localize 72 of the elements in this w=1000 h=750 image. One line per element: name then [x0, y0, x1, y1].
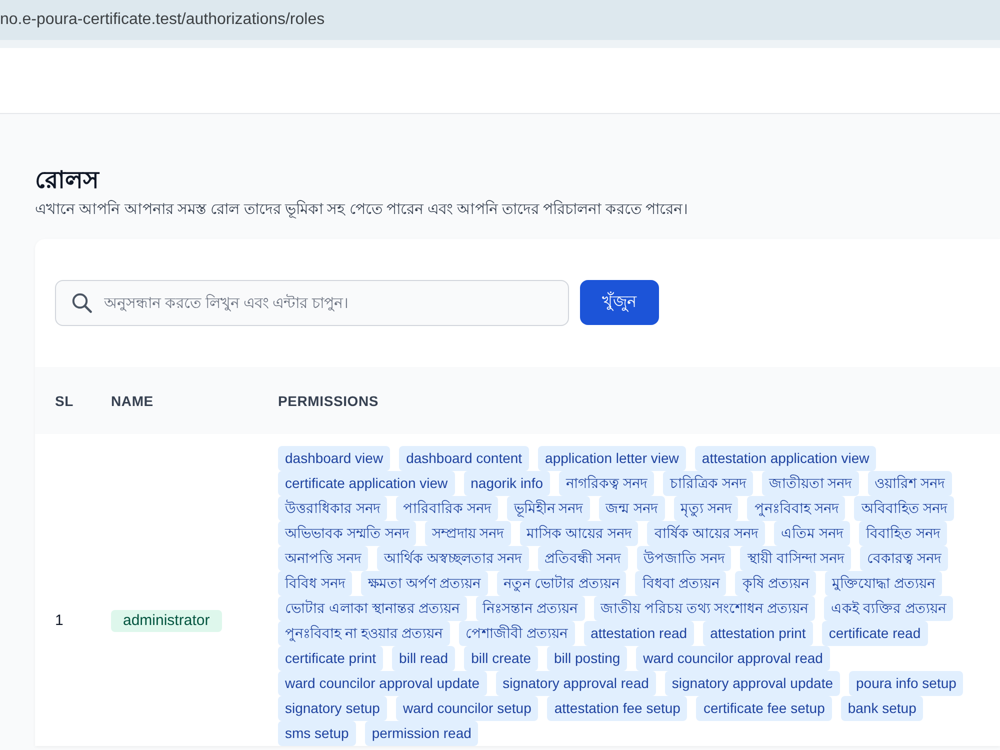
permission-badge: অনাপত্তি সনদ: [278, 546, 368, 571]
permission-badge: signatory setup: [278, 696, 387, 721]
permission-badge: dashboard view: [278, 446, 390, 471]
permission-badge: ক্ষমতা অর্পণ প্রত্যয়ন: [360, 571, 488, 596]
permission-badge: ward councilor approval update: [278, 671, 487, 696]
permission-badge: মৃত্যু সনদ: [674, 496, 738, 521]
column-header: PERMISSIONS: [278, 367, 1000, 434]
permission-badge: poura info setup: [849, 671, 964, 696]
permission-badge: attestation application view: [694, 446, 876, 471]
permission-badge: attestation print: [703, 621, 813, 646]
permission-badge: attestation read: [584, 621, 694, 646]
permission-badge: signatory approval read: [496, 671, 656, 696]
permission-badge: পেশাজীবী প্রত্যয়ন: [458, 621, 575, 646]
permission-badge: signatory approval update: [664, 671, 840, 696]
permission-badge: application letter view: [538, 446, 686, 471]
permission-badge: উত্তরাধিকার সনদ: [278, 496, 387, 521]
permission-badge: মুক্তিযোদ্ধা প্রত্যয়ন: [825, 571, 942, 596]
column-header: NAME: [111, 367, 278, 434]
permission-badge: bill create: [464, 646, 538, 671]
permission-badge: পুনঃবিবাহ সনদ: [747, 496, 846, 521]
permission-badge: মাসিক আয়ের সনদ: [520, 521, 638, 546]
page-title: রোলস: [35, 166, 101, 196]
permission-badge: bank setup: [840, 696, 924, 721]
permission-badge: certificate read: [822, 621, 928, 646]
permission-badge: জন্ম সনদ: [598, 496, 665, 521]
search-icon: [72, 293, 92, 313]
row-number: 1: [55, 612, 64, 629]
permission-badge: প্রতিবন্ধী সনদ: [538, 546, 628, 571]
role-badge: administrator: [111, 610, 222, 632]
permission-badge: সম্প্রদায় সনদ: [424, 521, 511, 546]
permission-badge: certificate print: [278, 646, 384, 671]
permission-badge: বিবিধ সনদ: [278, 571, 352, 596]
permission-badge: bill posting: [547, 646, 628, 671]
permission-badge: একই ব্যক্তির প্রত্যয়ন: [824, 596, 953, 621]
address-bar[interactable]: no.e-poura-certificate.test/authorizations/roles: [0, 0, 1000, 48]
search-field[interactable]: অনুসন্ধান করতে লিখুন এবং এন্টার চাপুন।: [55, 280, 569, 326]
permission-badge: অভিভাবক সম্মতি সনদ: [278, 521, 416, 546]
permission-badge: নিঃসন্তান প্রত্যয়ন: [476, 596, 585, 621]
permission-badge: বিধবা প্রত্যয়ন: [635, 571, 726, 596]
permission-badge: কৃষি প্রত্যয়ন: [735, 571, 816, 596]
permission-badge: ওয়ারিশ সনদ: [868, 471, 952, 496]
permission-badge: চারিত্রিক সনদ: [662, 471, 753, 496]
column-header: SL: [35, 367, 111, 434]
permission-badge: বার্ষিক আয়ের সনদ: [647, 521, 766, 546]
permission-badge: এতিম সনদ: [774, 521, 850, 546]
permission-badge: বিবাহিত সনদ: [859, 521, 948, 546]
permission-badge: permission read: [364, 721, 478, 746]
permission-badge: ভূমিহীন সনদ: [506, 496, 590, 521]
permission-badge: certificate application view: [278, 471, 455, 496]
permission-badge: নাগরিকত্ব সনদ: [559, 471, 654, 496]
permission-badge: আর্থিক অস্বচ্ছলতার সনদ: [376, 546, 529, 571]
permission-badge: nagorik info: [464, 471, 550, 496]
permission-badge: পারিবারিক সনদ: [396, 496, 498, 521]
permission-badge: নতুন ভোটার প্রত্যয়ন: [496, 571, 626, 596]
permission-badge: certificate fee setup: [696, 696, 832, 721]
url-text: no.e-poura-certificate.test/authorizations/roles: [0, 11, 325, 29]
permission-badge: ward councilor approval read: [636, 646, 830, 671]
search-button[interactable]: খুঁজুন: [580, 280, 659, 325]
permission-badge: ward councilor setup: [396, 696, 538, 721]
permission-badge: bill read: [392, 646, 456, 671]
permission-badge: স্থায়ী বাসিন্দা সনদ: [740, 546, 852, 571]
permission-badge: ভোটার এলাকা স্থানান্তর প্রত্যয়ন: [278, 596, 467, 621]
permission-badge: বেকারত্ব সনদ: [860, 546, 948, 571]
permission-badge: অবিবাহিত সনদ: [854, 496, 954, 521]
permission-badge: attestation fee setup: [547, 696, 688, 721]
permission-badge: উপজাতি সনদ: [636, 546, 732, 571]
permission-badge: পুনঃবিবাহ না হওয়ার প্রত্যয়ন: [278, 621, 450, 646]
permission-badge: জাতীয় পরিচয় তথ্য সংশোধন প্রত্যয়ন: [594, 596, 816, 621]
permission-badge: জাতীয়তা সনদ: [762, 471, 859, 496]
permission-badge: dashboard content: [399, 446, 530, 471]
permission-badge: sms setup: [278, 721, 356, 746]
page-description: এখানে আপনি আপনার সমস্ত রোল তাদের ভূমিকা সহ পেতে পারেন এবং আপনি তাদের পরিচালনা করতে পারেন।: [35, 199, 689, 220]
